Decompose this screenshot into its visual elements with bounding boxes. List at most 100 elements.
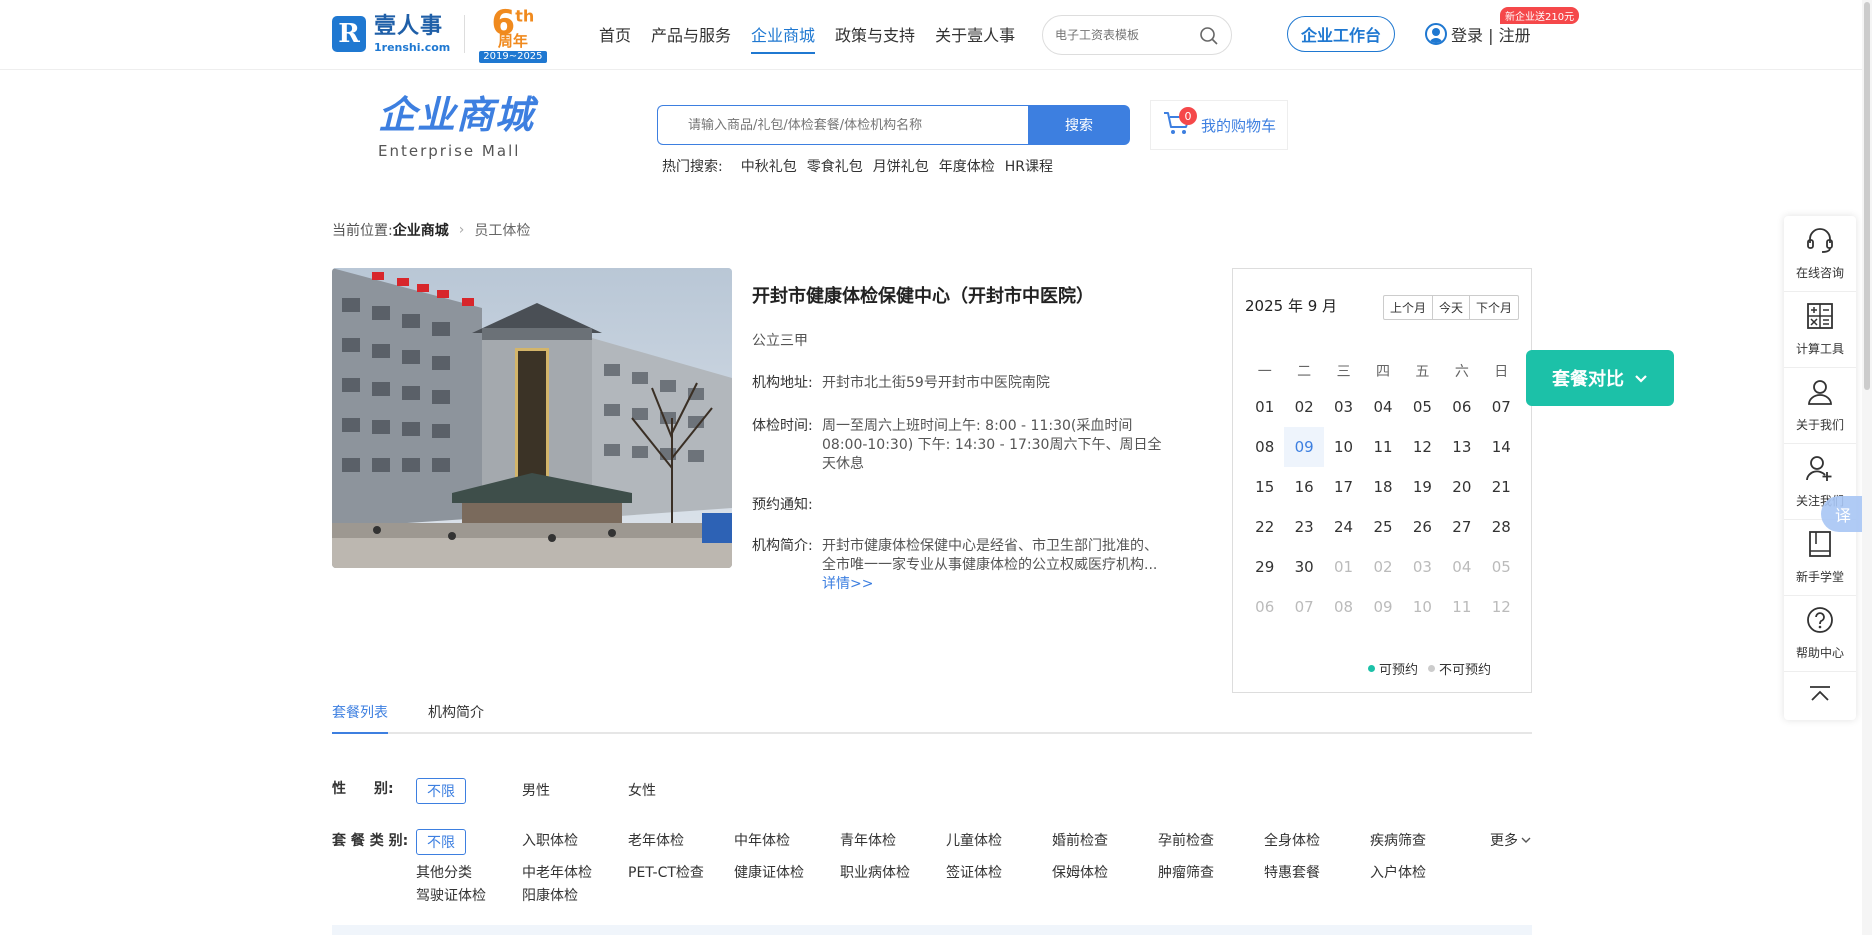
calendar-day[interactable]: 10 [1324, 427, 1363, 467]
calendar-day[interactable]: 27 [1442, 507, 1481, 547]
gender-option[interactable]: 男性 [522, 780, 550, 800]
calendar-day[interactable]: 20 [1442, 467, 1481, 507]
sidebar-calc-tools[interactable]: 计算工具 [1784, 292, 1856, 368]
category-option[interactable]: 婚前检查 [1052, 830, 1108, 850]
calendar-day-today[interactable]: 09 [1284, 427, 1324, 467]
sidebar-help-center[interactable]: 帮助中心 [1784, 596, 1856, 672]
site-search-input[interactable] [1055, 28, 1195, 42]
calendar-day[interactable]: 12 [1403, 427, 1442, 467]
hours-key: 体检时间: [752, 418, 813, 434]
calendar-day[interactable]: 25 [1363, 507, 1402, 547]
workbench-button[interactable]: 企业工作台 [1287, 16, 1395, 52]
cart-button[interactable]: 0 我的购物车 [1150, 100, 1288, 150]
page-scrollbar[interactable] [1862, 0, 1872, 935]
package-compare-button[interactable]: 套餐对比 [1526, 350, 1674, 406]
sidebar-online-consult[interactable]: 在线咨询 [1784, 216, 1856, 292]
more-categories-button[interactable]: 更多 [1490, 830, 1531, 850]
tab-package-list[interactable]: 套餐列表 [332, 702, 388, 734]
calendar-day[interactable]: 18 [1363, 467, 1402, 507]
sidebar-about-us[interactable]: 关于我们 [1784, 368, 1856, 444]
details-link[interactable]: 详情>> [822, 576, 873, 592]
category-option[interactable]: 中老年体检 [522, 862, 592, 882]
calendar-day[interactable]: 23 [1284, 507, 1323, 547]
calendar-day[interactable]: 15 [1245, 467, 1284, 507]
calendar-day[interactable]: 04 [1363, 387, 1402, 427]
mall-search-button[interactable]: 搜索 [1028, 105, 1130, 145]
calendar-day[interactable]: 07 [1482, 387, 1521, 427]
calendar-day[interactable]: 13 [1442, 427, 1481, 467]
calendar-day[interactable]: 17 [1324, 467, 1363, 507]
hospital-address-row: 机构地址: 开封市北土街59号开封市中医院南院 [752, 374, 1162, 393]
calendar-day[interactable]: 28 [1482, 507, 1521, 547]
category-any-chip[interactable]: 不限 [416, 829, 466, 855]
next-month-button[interactable]: 下个月 [1470, 296, 1518, 319]
search-icon[interactable] [1199, 26, 1219, 50]
hospital-level: 公立三甲 [752, 333, 808, 349]
address-value: 开封市北土街59号开封市中医院南院 [822, 375, 1050, 391]
calendar-day[interactable]: 21 [1482, 467, 1521, 507]
back-to-top-button[interactable] [1784, 672, 1856, 720]
calendar-day[interactable]: 30 [1284, 547, 1323, 587]
hospital-info: 开封市健康体检保健中心（开封市中医院） 公立三甲 机构地址: 开封市北土街59号… [752, 282, 1162, 594]
category-option[interactable]: 老年体检 [628, 830, 684, 850]
category-option[interactable]: 中年体检 [734, 830, 790, 850]
nav-mall[interactable]: 企业商城 [751, 22, 816, 54]
category-option[interactable]: 入职体检 [522, 830, 578, 850]
prev-month-button[interactable]: 上个月 [1384, 296, 1433, 319]
calendar-day[interactable]: 26 [1403, 507, 1442, 547]
hot-search-item[interactable]: 中秋礼包 [741, 156, 797, 176]
nav-policy[interactable]: 政策与支持 [835, 22, 915, 54]
promo-badge[interactable]: 新企业送210元 [1500, 7, 1580, 24]
translate-button[interactable]: 译 [1821, 496, 1865, 532]
category-option[interactable]: 特惠套餐 [1264, 862, 1320, 882]
category-option[interactable]: 孕前检查 [1158, 830, 1214, 850]
hot-search-item[interactable]: 年度体检 [939, 156, 995, 176]
category-option[interactable]: PET-CT检查 [628, 862, 704, 882]
tab-institution-intro[interactable]: 机构简介 [428, 702, 484, 732]
calendar-day[interactable]: 01 [1245, 387, 1284, 427]
category-option[interactable]: 职业病体检 [840, 862, 910, 882]
category-option[interactable]: 入户体检 [1370, 862, 1426, 882]
hot-search-item[interactable]: 月饼礼包 [873, 156, 929, 176]
calendar-day[interactable]: 02 [1284, 387, 1323, 427]
calendar-day[interactable]: 08 [1245, 427, 1284, 467]
category-option[interactable]: 签证体检 [946, 862, 1002, 882]
category-option[interactable]: 阳康体检 [522, 885, 578, 905]
nav-products[interactable]: 产品与服务 [651, 22, 731, 54]
calendar-day[interactable]: 24 [1324, 507, 1363, 547]
hot-search-item[interactable]: HR课程 [1005, 156, 1053, 176]
mall-title-en: Enterprise Mall [378, 142, 521, 160]
calendar-day[interactable]: 16 [1284, 467, 1323, 507]
gender-option[interactable]: 女性 [628, 780, 656, 800]
cart-label: 我的购物车 [1201, 116, 1277, 135]
category-option[interactable]: 驾驶证体检 [416, 885, 486, 905]
site-logo[interactable]: R 壹人事 1renshi.com 6th 周年 2019~2025 [332, 6, 547, 63]
calendar-day[interactable]: 22 [1245, 507, 1284, 547]
calendar-day[interactable]: 19 [1403, 467, 1442, 507]
category-option[interactable]: 青年体检 [840, 830, 896, 850]
nav-home[interactable]: 首页 [599, 22, 631, 54]
login-register[interactable]: 登录 | 注册 [1425, 22, 1531, 46]
calendar-day[interactable]: 14 [1482, 427, 1521, 467]
category-option[interactable]: 疾病筛查 [1370, 830, 1426, 850]
calendar-day[interactable]: 06 [1442, 387, 1481, 427]
category-option[interactable]: 保姆体检 [1052, 862, 1108, 882]
category-option[interactable]: 肿瘤筛查 [1158, 862, 1214, 882]
site-search [1042, 15, 1232, 55]
mall-search-input[interactable] [688, 117, 1001, 133]
calendar-day[interactable]: 05 [1403, 387, 1442, 427]
calendar-day[interactable]: 03 [1324, 387, 1363, 427]
nav-about[interactable]: 关于壹人事 [935, 22, 1015, 54]
today-button[interactable]: 今天 [1433, 296, 1470, 319]
calendar-day: 04 [1452, 558, 1472, 576]
hot-search-item[interactable]: 零食礼包 [807, 156, 863, 176]
gender-any-chip[interactable]: 不限 [416, 778, 466, 804]
category-option[interactable]: 健康证体检 [734, 862, 804, 882]
category-option[interactable]: 其他分类 [416, 862, 472, 882]
calendar-day[interactable]: 11 [1363, 427, 1402, 467]
category-option[interactable]: 儿童体检 [946, 830, 1002, 850]
category-option[interactable]: 全身体检 [1264, 830, 1320, 850]
calendar-day[interactable]: 29 [1245, 547, 1284, 587]
breadcrumb-mall[interactable]: 企业商城 [393, 220, 449, 240]
scrollbar-thumb[interactable] [1864, 2, 1870, 390]
